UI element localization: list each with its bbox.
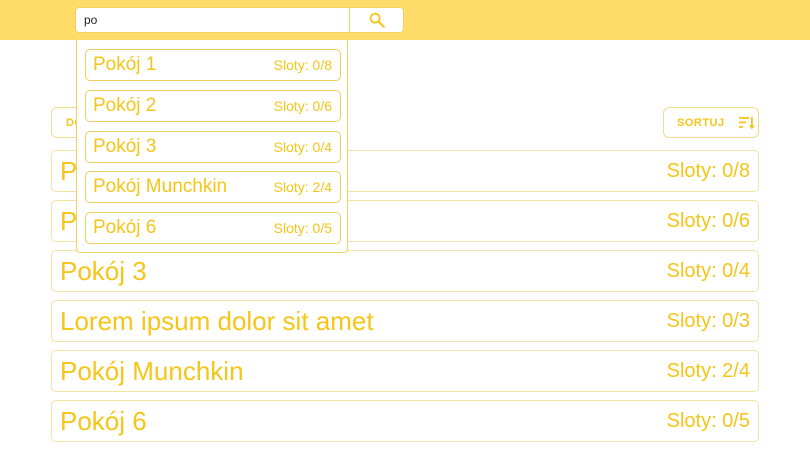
room-name: Lorem ipsum dolor sit amet (60, 305, 374, 336)
sort-label: SORTUJ (677, 116, 725, 129)
room-slots: Sloty: 0/4 (666, 259, 750, 282)
suggestion-item[interactable]: Pokój 2 Sloty: 0/6 (85, 90, 341, 122)
room-row[interactable]: Lorem ipsum dolor sit amet Sloty: 0/3 (51, 300, 759, 342)
top-bar (0, 0, 810, 40)
search-input[interactable] (76, 8, 349, 32)
suggestion-slots: Sloty: 0/5 (273, 220, 332, 236)
room-slots: Sloty: 0/5 (666, 409, 750, 432)
room-row[interactable]: Pokój 3 Sloty: 0/4 (51, 250, 759, 292)
search-box (75, 7, 404, 33)
room-row[interactable]: Pokój Munchkin Sloty: 2/4 (51, 350, 759, 392)
suggestion-name: Pokój Munchkin (93, 176, 228, 197)
suggestion-slots: Sloty: 0/8 (273, 57, 332, 73)
suggestion-name: Pokój 1 (93, 54, 157, 75)
suggestion-name: Pokój 2 (93, 95, 157, 116)
sort-icon (738, 116, 755, 130)
search-button[interactable] (349, 8, 403, 32)
room-slots: Sloty: 0/8 (666, 159, 750, 182)
suggestion-item[interactable]: Pokój 3 Sloty: 0/4 (85, 131, 341, 163)
suggestion-slots: Sloty: 0/4 (273, 139, 332, 155)
suggestion-slots: Sloty: 2/4 (273, 179, 332, 195)
suggestion-name: Pokój 3 (93, 136, 157, 157)
search-icon (369, 12, 385, 28)
suggestion-item[interactable]: Pokój 6 Sloty: 0/5 (85, 212, 341, 244)
room-name: Pokój Munchkin (60, 355, 244, 386)
room-slots: Sloty: 0/3 (666, 309, 750, 332)
suggestion-item[interactable]: Pokój Munchkin Sloty: 2/4 (85, 171, 341, 203)
room-name: Pokój 6 (60, 405, 147, 436)
search-suggestions-dropdown: Pokój 1 Sloty: 0/8 Pokój 2 Sloty: 0/6 Po… (76, 40, 348, 253)
room-slots: Sloty: 2/4 (666, 359, 750, 382)
room-slots: Sloty: 0/6 (666, 209, 750, 232)
suggestion-name: Pokój 6 (93, 217, 157, 238)
suggestion-item[interactable]: Pokój 1 Sloty: 0/8 (85, 49, 341, 81)
room-row[interactable]: Pokój 6 Sloty: 0/5 (51, 400, 759, 442)
room-name: Pokój 3 (60, 255, 147, 286)
suggestion-slots: Sloty: 0/6 (273, 98, 332, 114)
sort-button[interactable]: SORTUJ (663, 107, 759, 138)
